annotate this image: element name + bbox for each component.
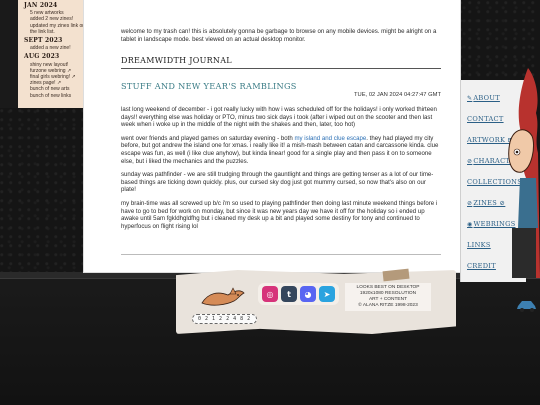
games-link[interactable]: my island and clue escape — [294, 135, 366, 142]
updates-rail — [0, 0, 18, 108]
footer-notes: LOOKS BEST ON DESKTOP 1920x1080 RESOLUTI… — [345, 283, 431, 311]
nav-glyph-icon: ✎ — [467, 95, 473, 102]
mascot-illustration — [508, 68, 540, 278]
updates-panel: JAN 2024 5 new artworks added 2 new zines!… — [0, 0, 96, 108]
welcome-text: welcome to my trash can! this is absolut… — [121, 28, 437, 43]
telegram-icon[interactable]: ➤ — [319, 286, 335, 302]
update-heading: SEPT 2023 — [24, 37, 63, 45]
update-entry: bunch of new links — [30, 92, 72, 99]
post-divider — [121, 254, 441, 255]
car-doodle-icon — [517, 301, 536, 312]
discord-icon[interactable]: ◕ — [300, 286, 316, 302]
post-paragraph: last long weekend of december - i got re… — [121, 105, 437, 129]
post-text: went over friends and played games on sa… — [121, 134, 295, 142]
cat-doodle-icon — [201, 287, 245, 306]
post-date: TUE, 02 JAN 2024 04:27:47 GMT — [354, 92, 441, 99]
post-paragraph: went over friends and played games on sa… — [121, 135, 441, 165]
nav-label: CONTACT — [467, 115, 504, 123]
nav-glyph-icon: ⊘ — [467, 200, 473, 207]
nav-label: ZINES ⊘ — [473, 199, 506, 207]
update-entry: added a new zine! — [30, 45, 71, 52]
journal-section-title: DREAMWIDTH JOURNAL — [121, 57, 441, 69]
main-content: welcome to my trash can! this is absolut… — [84, 0, 460, 272]
nav-glyph-icon: ◉ — [467, 221, 473, 228]
update-entry: the link list. — [30, 28, 55, 35]
nav-glyph-icon: ⊘ — [467, 158, 473, 165]
nav-label: ABOUT — [473, 94, 500, 102]
update-entry: updated my zines link on — [30, 22, 86, 29]
social-links: ◎ t ◕ ➤ — [258, 283, 339, 305]
update-heading: AUG 2023 — [24, 53, 60, 61]
footer-note: © ALANA RITZE 1998-2023 — [358, 303, 418, 308]
tumblr-icon[interactable]: t — [281, 286, 297, 302]
nav-label: LINKS — [467, 241, 491, 249]
update-heading: JAN 2024 — [24, 2, 58, 9]
post-title[interactable]: STUFF AND NEW YEAR'S RAMBLINGS — [121, 82, 440, 91]
nav-label: CREDIT — [467, 262, 496, 270]
post-paragraph: my brain-time was all screwed up b/c i'm… — [121, 199, 438, 230]
updates-list: JAN 2024 5 new artworks added 2 new zines!… — [24, 2, 89, 99]
instagram-icon[interactable]: ◎ — [262, 286, 278, 302]
hit-counter: 0 2 1 2 2 4 8 2 — [192, 314, 257, 324]
post-paragraph: sunday was pathfinder - we are still tru… — [121, 171, 434, 194]
